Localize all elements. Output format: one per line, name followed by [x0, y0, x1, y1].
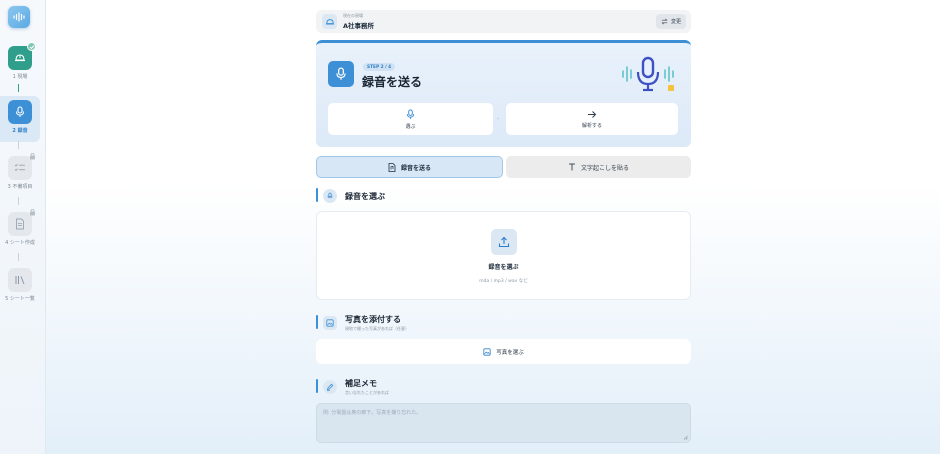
lock-icon [29, 208, 35, 216]
section-title: 写真を添付する [345, 315, 401, 324]
section-title: 録音を選ぶ [345, 191, 385, 201]
step-icon-container [8, 100, 32, 124]
step-icon-container [8, 42, 36, 70]
sidebar-step-sheet-list[interactable]: 5 シート一覧 [0, 264, 40, 310]
mic-icon [336, 67, 346, 80]
sidebar-step-sheet-create[interactable]: 4 シート作成 [0, 208, 40, 254]
recording-upload-dropzone[interactable]: 録音を選ぶ m4a / mp3 / wav など [316, 211, 691, 300]
step-badge: STEP 2 / 4 [363, 63, 396, 71]
change-site-label: 変更 [670, 19, 681, 25]
section-subtitle: 現地で撮った写真があれば（任意） [345, 326, 409, 331]
recording-section-header: 録音を選ぶ [316, 186, 691, 206]
microphone-illustration-icon [622, 56, 674, 92]
step-icon-container [8, 208, 35, 236]
select-photo-button[interactable]: 写真を選ぶ [316, 339, 691, 364]
upload-icon-container [490, 229, 517, 255]
sidebar-step-site[interactable]: 1 現場 [0, 42, 40, 88]
sidebar-step-issues[interactable]: 3 不備項目 [0, 152, 40, 198]
helmet-icon [325, 18, 334, 25]
tab-label: 文字起こしを貼る [580, 164, 629, 172]
step-connector [18, 197, 19, 205]
step-card-icon [328, 61, 354, 87]
tab-paste-transcript[interactable]: 文字起こしを貼る [506, 156, 691, 178]
step-connector [18, 253, 19, 261]
section-text: 写真を添付する 現地で撮った写真があれば（任意） [345, 314, 409, 332]
resize-grip-icon[interactable] [683, 435, 688, 440]
step-label: 1 現場 [12, 74, 28, 80]
lock-badge [28, 208, 36, 216]
input-mode-tabs: 録音を送る 文字起こしを貼る [316, 156, 691, 178]
section-accent-bar [316, 188, 318, 202]
flow-step-label: 選ぶ [405, 123, 416, 130]
tab-send-recording[interactable]: 録音を送る [316, 156, 503, 178]
step-label: 5 シート一覧 [5, 296, 35, 302]
step-label: 2 録音 [12, 128, 28, 134]
section-icon [323, 380, 337, 394]
mic-icon [16, 106, 24, 117]
section-icon [323, 189, 337, 203]
memo-section-header: 補足メモ 言い忘れたことがあれば [316, 377, 691, 397]
site-icon [322, 14, 337, 29]
memo-textarea[interactable]: 例: 分電盤は奥の廊下。写真を撮り忘れた。 [316, 403, 691, 443]
site-name: A社事務所 [343, 22, 375, 30]
mic-icon [327, 192, 333, 199]
document-icon [16, 218, 24, 230]
section-accent-bar [316, 315, 318, 329]
section-icon [323, 316, 337, 330]
sidebar-step-recording[interactable]: 2 録音 [0, 96, 40, 142]
site-text: 現在の現場 A社事務所 [343, 13, 374, 30]
step-card: STEP 2 / 4 録音を送る 選ぶ › 解析する [316, 40, 691, 147]
step-icon-container [8, 268, 32, 292]
step-connector [18, 84, 19, 92]
section-text: 録音を選ぶ [345, 191, 385, 202]
current-site-card: 現在の現場 A社事務所 変更 [316, 10, 691, 33]
swap-icon [661, 18, 668, 25]
upload-icon [498, 236, 509, 248]
flow-separator: › [497, 116, 499, 122]
check-icon [29, 44, 34, 49]
step-connector [18, 141, 19, 149]
upload-title: 録音を選ぶ [488, 264, 519, 271]
text-icon [568, 163, 575, 171]
lock-icon [29, 152, 35, 160]
mic-icon [406, 109, 415, 119]
arrow-right-icon [588, 110, 597, 118]
flow-step-label: 解析する [581, 122, 602, 129]
upload-formats: m4a / mp3 / wav など [479, 279, 528, 284]
tab-label: 録音を送る [400, 164, 431, 172]
step-label: 4 シート作成 [5, 240, 35, 246]
step-label: 3 不備項目 [7, 184, 33, 190]
change-site-button[interactable]: 変更 [655, 14, 686, 29]
audio-file-icon [388, 162, 396, 172]
step-title: 録音を送る [362, 75, 423, 89]
section-title: 補足メモ [345, 379, 377, 388]
app-logo[interactable] [8, 6, 30, 28]
pencil-icon [326, 383, 334, 391]
main-content: 現在の現場 A社事務所 変更 STEP 2 / 4 録音を送る 選ぶ › 解析す… [316, 10, 691, 443]
check-badge [27, 42, 36, 51]
select-photo-label: 写真を選ぶ [496, 349, 524, 356]
section-text: 補足メモ 言い忘れたことがあれば [345, 378, 389, 396]
waveform-icon [13, 12, 25, 22]
site-caption: 現在の現場 [343, 13, 363, 18]
flow-step-select[interactable]: 選ぶ [328, 103, 493, 135]
photo-section-header: 写真を添付する 現地で撮った写真があれば（任意） [316, 313, 691, 333]
image-icon [483, 347, 491, 356]
memo-placeholder: 例: 分電盤は奥の廊下。写真を撮り忘れた。 [323, 410, 422, 416]
image-icon [326, 319, 334, 327]
lock-badge [28, 152, 36, 160]
helmet-icon [15, 54, 25, 62]
checklist-icon [14, 163, 25, 172]
step-icon-container [8, 152, 35, 180]
section-subtitle: 言い忘れたことがあれば [345, 390, 389, 395]
section-accent-bar [316, 379, 318, 393]
flow-step-analyze[interactable]: 解析する [506, 103, 678, 135]
library-icon [15, 276, 25, 285]
sidebar: 1 現場 2 録音 3 不備項目 4 シート作成 5 シート一覧 [0, 0, 46, 454]
